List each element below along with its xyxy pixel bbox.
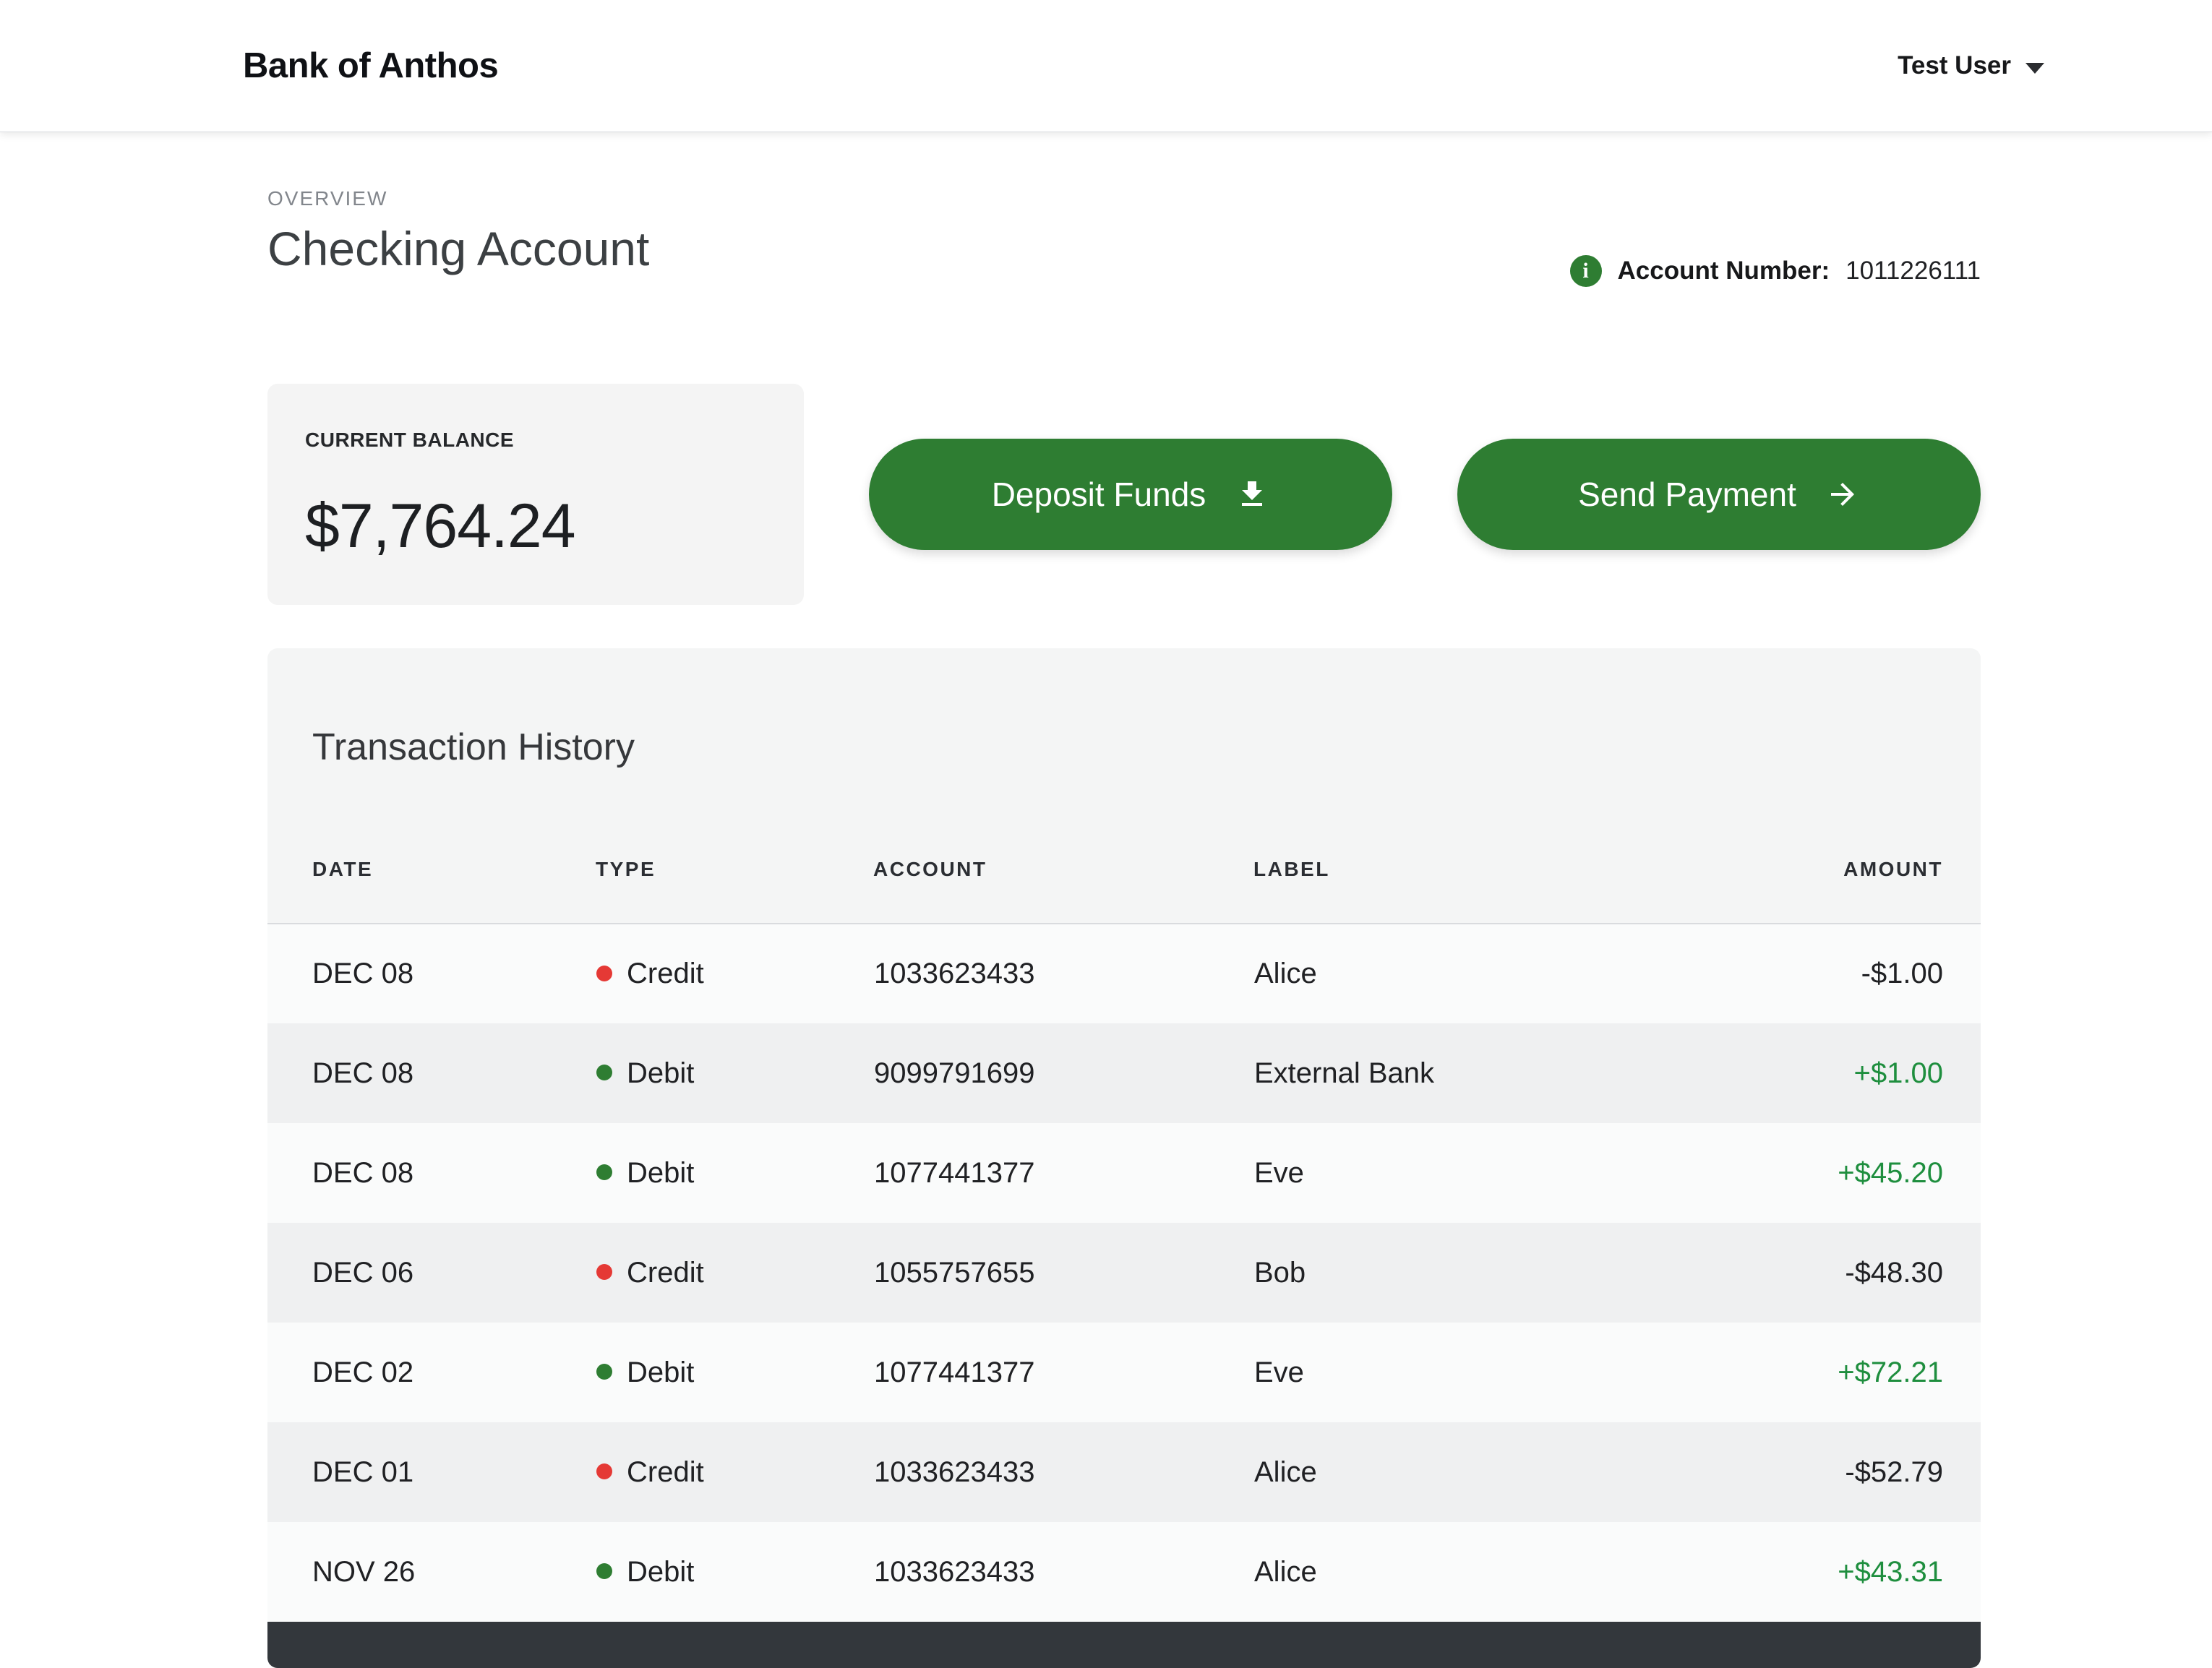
- user-menu-button[interactable]: Test User: [1898, 51, 2044, 80]
- txn-account-cell: 1077441377: [874, 1356, 1035, 1388]
- transaction-row: DEC 08 Debit 1077441377 Eve +$45.20: [267, 1123, 1981, 1224]
- overview-header-row: OVERVIEW Checking Account Account Number…: [267, 187, 1981, 309]
- transaction-row: DEC 08 Debit 9099791699 External Bank +$1.00: [267, 1023, 1981, 1124]
- txn-type-label: Debit: [627, 1356, 695, 1388]
- green-dot-icon: [596, 1364, 612, 1380]
- account-number-label: Account Number:: [1617, 257, 1830, 285]
- red-dot-icon: [596, 1264, 612, 1281]
- page-title: Checking Account: [267, 222, 650, 275]
- overview-eyebrow: OVERVIEW: [267, 187, 388, 210]
- txn-amount-cell: -$52.79: [1845, 1456, 1943, 1488]
- txn-date-cell: DEC 08: [312, 958, 414, 990]
- txn-account-cell: 1033623433: [874, 1456, 1035, 1488]
- txn-label-cell: Eve: [1254, 1356, 1304, 1388]
- current-balance-label: CURRENT BALANCE: [305, 429, 515, 452]
- txn-account-cell: 1077441377: [874, 1156, 1035, 1189]
- txn-amount-cell: -$1.00: [1861, 958, 1943, 990]
- txn-amount-cell: +$43.31: [1838, 1555, 1943, 1588]
- top-navbar: Bank of Anthos Test User: [0, 0, 2212, 132]
- transaction-table-body: DEC 08 Credit 1033623433 Alice -$1.00 DEC 08 D…: [267, 924, 1981, 1622]
- txn-type-label: Credit: [627, 958, 704, 990]
- txn-date-cell: DEC 01: [312, 1456, 414, 1488]
- user-menu-label: Test User: [1898, 51, 2011, 79]
- txn-type-cell: Debit: [596, 1323, 873, 1422]
- green-dot-icon: [596, 1563, 612, 1580]
- column-header-type: TYPE: [596, 800, 873, 925]
- txn-type-cell: Credit: [596, 1223, 873, 1323]
- txn-date-cell: NOV 26: [312, 1555, 416, 1588]
- transaction-row: DEC 02 Debit 1077441377 Eve +$72.21: [267, 1323, 1981, 1423]
- txn-account-cell: 1033623433: [874, 958, 1035, 990]
- txn-type-label: Credit: [627, 1456, 704, 1488]
- transaction-row: NOV 26 Debit 1033623433 Alice +$43.31: [267, 1522, 1981, 1622]
- txn-type-cell: Debit: [596, 1522, 873, 1622]
- download-icon: [1235, 477, 1269, 512]
- send-payment-label: Send Payment: [1578, 476, 1796, 514]
- arrow-right-icon: [1825, 477, 1860, 512]
- txn-label-cell: Alice: [1254, 1555, 1317, 1588]
- txn-type-label: Credit: [627, 1256, 704, 1289]
- transaction-row: DEC 08 Credit 1033623433 Alice -$1.00: [267, 924, 1981, 1024]
- send-payment-button[interactable]: Send Payment: [1457, 439, 1981, 551]
- deposit-funds-label: Deposit Funds: [991, 476, 1206, 514]
- txn-date-cell: DEC 06: [312, 1256, 414, 1289]
- account-number-value: 1011226111: [1846, 257, 1981, 285]
- txn-label-cell: Bob: [1254, 1256, 1306, 1289]
- txn-amount-cell: +$1.00: [1853, 1057, 1943, 1089]
- txn-account-cell: 1033623433: [874, 1555, 1035, 1588]
- account-number-group: Account Number: 1011226111: [1569, 255, 1981, 288]
- current-balance-amount: $7,764.24: [305, 491, 576, 562]
- txn-type-label: Debit: [627, 1555, 695, 1588]
- txn-type-cell: Credit: [596, 924, 873, 1023]
- txn-date-cell: DEC 08: [312, 1057, 414, 1089]
- green-dot-icon: [596, 1164, 612, 1181]
- deposit-funds-button[interactable]: Deposit Funds: [869, 439, 1392, 551]
- txn-type-label: Debit: [627, 1156, 695, 1189]
- transaction-row: DEC 06 Credit 1055757655 Bob -$48.30: [267, 1223, 1981, 1323]
- txn-label-cell: Alice: [1254, 958, 1317, 990]
- brand-logo[interactable]: Bank of Anthos: [243, 46, 499, 86]
- transaction-table-header: DATE TYPE ACCOUNT LABEL AMOUNT: [267, 800, 1981, 925]
- balance-actions-row: CURRENT BALANCE $7,764.24 Deposit Funds …: [267, 384, 1981, 606]
- txn-type-cell: Credit: [596, 1422, 873, 1522]
- txn-amount-cell: +$45.20: [1838, 1156, 1943, 1189]
- txn-amount-cell: +$72.21: [1838, 1356, 1943, 1388]
- transaction-history-title: Transaction History: [312, 726, 635, 769]
- txn-account-cell: 1055757655: [874, 1256, 1035, 1289]
- red-dot-icon: [596, 965, 612, 981]
- txn-label-cell: External Bank: [1254, 1057, 1435, 1089]
- txn-label-cell: Eve: [1254, 1156, 1304, 1189]
- txn-type-cell: Debit: [596, 1023, 873, 1123]
- txn-type-label: Debit: [627, 1057, 695, 1089]
- green-dot-icon: [596, 1065, 612, 1081]
- chevron-down-icon: [2025, 62, 2044, 74]
- txn-amount-cell: -$48.30: [1845, 1256, 1943, 1289]
- txn-label-cell: Alice: [1254, 1456, 1317, 1488]
- table-footer-bar: [267, 1622, 1981, 1668]
- txn-date-cell: DEC 02: [312, 1356, 414, 1388]
- txn-account-cell: 9099791699: [874, 1057, 1035, 1089]
- column-header-label: LABEL: [1253, 800, 1639, 925]
- column-header-date: DATE: [267, 800, 596, 925]
- transaction-history-card: Transaction History DATE TYPE ACCOUNT LA…: [267, 648, 1981, 1668]
- overview-title-block: OVERVIEW Checking Account: [267, 187, 649, 309]
- transaction-row: DEC 01 Credit 1033623433 Alice -$52.79: [267, 1422, 1981, 1523]
- main-content: OVERVIEW Checking Account Account Number…: [0, 132, 2212, 1668]
- red-dot-icon: [596, 1463, 612, 1480]
- txn-date-cell: DEC 08: [312, 1156, 414, 1189]
- transaction-table: DATE TYPE ACCOUNT LABEL AMOUNT DEC 08 Cre…: [267, 800, 1981, 1622]
- column-header-account: ACCOUNT: [873, 800, 1253, 925]
- current-balance-card: CURRENT BALANCE $7,764.24: [267, 384, 804, 606]
- column-header-amount: AMOUNT: [1639, 800, 1981, 925]
- info-icon[interactable]: [1569, 255, 1602, 288]
- txn-type-cell: Debit: [596, 1123, 873, 1223]
